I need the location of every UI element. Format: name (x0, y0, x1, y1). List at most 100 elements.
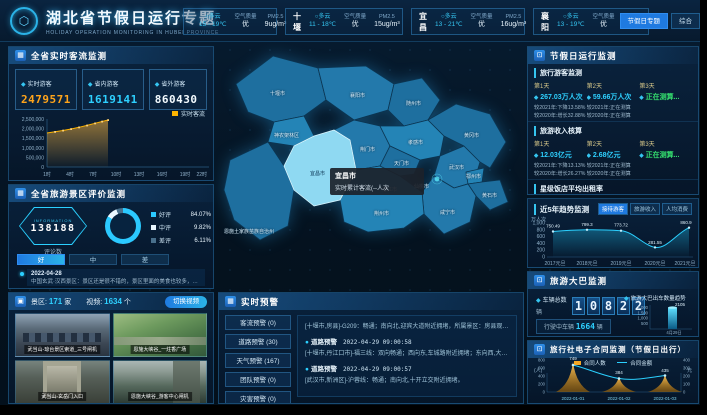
alert-type: 道路预警 (311, 339, 337, 346)
tooltip-city: 宜昌市 (335, 171, 419, 181)
alert-tab-road[interactable]: 道路预警 (30) (225, 334, 291, 349)
section-hotel-occupancy: 星级饭店平均出租率 第1天 ◆49.01% 较2021年:下降8.10% 较20… (528, 179, 698, 195)
panel-scenic-review: ▦ 全省旅游景区评价监测 INFORMATION 138188 评论数 好评84… (8, 184, 214, 289)
svg-text:1,500,000: 1,500,000 (22, 136, 44, 142)
svg-text:400: 400 (538, 374, 546, 379)
kpi-value: 860430 (155, 93, 201, 106)
tab-review-bad[interactable]: 差 (121, 254, 169, 265)
svg-text:500,000: 500,000 (26, 155, 44, 161)
aqi-value: 优 (352, 21, 359, 30)
contract-combo-chart: 0 200 400 600 800 0 100 200 300 400 749 … (531, 354, 697, 404)
svg-text:500: 500 (641, 321, 649, 326)
panel-contract-monitor: ⊡ 旅行社电子合同监测（节假日出行） 合同人数 合同金额 (人) 元 0 200… (527, 340, 699, 404)
panel-title: 旅游大巴监测 (550, 275, 607, 287)
svg-text:1,000: 1,000 (532, 221, 545, 227)
svg-text:281.55: 281.55 (648, 240, 662, 245)
flip-digit: 0 (587, 297, 600, 315)
map-tooltip: 宜昌市 实时累计客流(--人次 (330, 168, 424, 195)
video-tile[interactable]: 恩施大峡谷_一炷香广场 (113, 313, 208, 357)
tab-trend-visitors[interactable]: 接待游客 (598, 203, 628, 215)
kpi-realtime-visitors: ◆实时游客 2479571 (15, 69, 77, 110)
section-title: 星级饭店平均出租率 (534, 184, 692, 194)
tab-review-good[interactable]: 好 (17, 254, 65, 265)
svg-text:1,000: 1,000 (638, 316, 649, 321)
svg-text:2022-01-01: 2022-01-01 (561, 396, 585, 401)
bullet-icon: ◆ (639, 95, 643, 101)
tab-trend-spending[interactable]: 人均消费 (662, 203, 692, 215)
panel-realtime-alerts: ▦ 实时预警 客流预警 (0) 道路预警 (30) 天气预警 (167) 团队预… (218, 292, 524, 404)
svg-text:19时: 19时 (180, 171, 191, 178)
review-legend: 好评84.07% 中评9.82% 差评6.11% (151, 210, 211, 249)
video-caption: 武当山-玄岳门入口 (38, 392, 86, 401)
map-regions[interactable] (218, 42, 525, 290)
legend-swatch (151, 238, 156, 243)
trend-line-chart: 万人次 0 200 400 600 800 1,000 750.49 799.3… (531, 215, 697, 267)
alert-time: 2022-04-29 09:00:57 (343, 366, 412, 373)
weather-city: 宜昌 (419, 11, 427, 33)
pm-label: PM2.5 (268, 14, 284, 21)
svg-text:800: 800 (537, 227, 546, 233)
svg-text:800: 800 (538, 358, 546, 363)
svg-text:2,000,000: 2,000,000 (22, 127, 44, 133)
svg-text:16时: 16时 (157, 171, 168, 178)
legend-swatch (151, 212, 156, 217)
section-visitor-monitor: 旅行游客监测 第1天 ◆267.03万人次 较2021年:下降13.58% 较2… (528, 64, 698, 121)
svg-text:200: 200 (683, 374, 691, 379)
svg-text:2,000: 2,000 (638, 305, 649, 310)
bullet-icon: ◆ (155, 82, 160, 88)
svg-text:750.49: 750.49 (546, 224, 560, 229)
map-label: 武汉市 (449, 164, 464, 171)
panel-5year-trend: 近5年趋势监测 接待游客 旅游收入 人均消费 万人次 0 200 400 600… (527, 198, 699, 268)
scenic-count: 171 (49, 297, 62, 306)
weather-temp: 13 - 19℃ (557, 21, 585, 29)
bus-bar-chart: 500 1,000 1,500 2,000 2105 4月29日 (624, 301, 694, 335)
alert-text: [十堰市,丹江口市]-福三线：双向畅通；西向东,车城路附近拥堵；东向西,大盂岭桥… (305, 348, 509, 357)
svg-text:0: 0 (542, 255, 545, 261)
video-tile[interactable]: 武当山-琼台景区索道_三号闸机 (15, 313, 110, 357)
aqi-label: 空气质量 (344, 14, 366, 21)
grid-icon: ▦ (15, 188, 26, 199)
flip-digit: 1 (572, 297, 585, 315)
alert-tab-team[interactable]: 团队预警 (0) (225, 372, 291, 387)
svg-text:22时: 22时 (196, 171, 207, 178)
svg-text:2105: 2105 (675, 302, 686, 307)
panel-scenic-video: ▣ 景区: 171 家 视频: 1634 个 切换视频 武当山-琼台景区索道_三… (8, 292, 214, 404)
hubei-province-map[interactable]: 十堰市 襄阳市 随州市 神农架林区 宜昌市 恩施土家族苗族自治州 荆门市 孝感市… (218, 42, 525, 290)
timeline-dot-icon (19, 269, 27, 286)
pm-value: 9ug/m³ (265, 21, 287, 30)
map-label: 随州市 (406, 100, 421, 107)
pm-label: PM2.5 (505, 14, 521, 21)
panel-title: 全省实时客流监测 (31, 50, 107, 62)
review-item[interactable]: 2022-04-28 中国玄武·汉西景区：景区还是很不错的，景区里面的美食也较多… (19, 269, 205, 286)
video-caption: 恩施大峡谷_一炷香广场 (130, 345, 189, 354)
svg-text:435: 435 (661, 368, 669, 373)
switch-video-button[interactable]: 切换视频 (165, 296, 207, 308)
bullet-icon: ◆ (536, 298, 541, 304)
grid-icon: ▦ (15, 50, 26, 61)
video-count: 1634 (104, 297, 122, 306)
svg-text:200: 200 (538, 382, 546, 387)
nav-holiday-topic-button[interactable]: 节假日专题 (620, 13, 669, 29)
map-label: 恩施土家族苗族自治州 (224, 228, 274, 235)
tab-trend-income[interactable]: 旅游收入 (630, 203, 660, 215)
alert-list[interactable]: [十堰市,房县]-G209：畅通；南向北,迎宾大道附近拥堵，所属景区：房县观音洞… (297, 315, 517, 397)
comment-count-badge: INFORMATION 138188 (19, 207, 87, 245)
video-tile[interactable]: 武当山-玄岳门入口 (15, 360, 110, 404)
nav-overview-button[interactable]: 综合 (671, 13, 700, 29)
video-tile[interactable]: 恩施大峡谷_游客中心闸机 (113, 360, 208, 404)
panel-holiday-monitor: ⊡ 节假日运行监测 旅行游客监测 第1天 ◆267.03万人次 较2021年:下… (527, 46, 699, 195)
tab-review-medium[interactable]: 中 (69, 254, 117, 265)
comment-count: 138188 (30, 223, 75, 234)
alert-tab-passenger[interactable]: 客流预警 (0) (225, 315, 291, 330)
svg-text:0: 0 (41, 165, 44, 171)
alert-tab-weather[interactable]: 天气预警 (167) (225, 353, 291, 368)
svg-text:2021元旦: 2021元旦 (674, 261, 695, 267)
camera-icon: ▣ (15, 296, 26, 307)
alert-tab-disaster[interactable]: 灾害预警 (0) (225, 391, 291, 404)
legend-swatch (151, 225, 156, 230)
pm-value: 15ug/m³ (374, 21, 400, 30)
bus-running-count: 行驶中车辆 1664 辆 (536, 319, 611, 334)
svg-text:0: 0 (683, 390, 686, 395)
map-label: 荆门市 (360, 146, 375, 153)
bullet-icon: ● (305, 339, 309, 346)
